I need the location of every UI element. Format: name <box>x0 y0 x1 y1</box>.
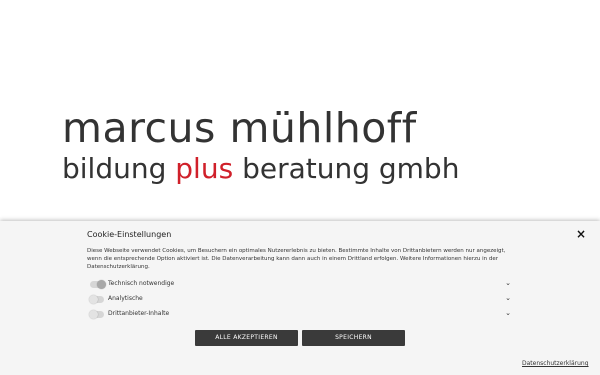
category-technical[interactable]: Technisch notwendige ⌄ <box>87 279 515 291</box>
save-button[interactable]: SPEICHERN <box>302 330 405 346</box>
toggle-technical[interactable] <box>90 280 106 289</box>
toggle-knob <box>97 280 106 289</box>
cookie-description: Diese Webseite verwendet Cookies, um Bes… <box>87 248 506 270</box>
logo-tagline-accent: plus <box>175 152 234 185</box>
cookie-title: Cookie-Einstellungen <box>87 230 172 239</box>
toggle-analytics[interactable] <box>89 295 104 304</box>
close-icon[interactable]: × <box>574 227 588 241</box>
chevron-down-icon[interactable]: ⌄ <box>505 294 511 302</box>
toggle-knob <box>89 310 98 319</box>
chevron-down-icon[interactable]: ⌄ <box>505 309 511 317</box>
toggle-knob <box>89 295 98 304</box>
category-third-party[interactable]: Drittanbieter-Inhalte ⌄ <box>87 309 515 321</box>
logo-tagline-start: bildung <box>62 152 176 185</box>
company-logo: marcus mühlhoff bildung plus beratung gm… <box>62 104 459 186</box>
category-analytics[interactable]: Analytische ⌄ <box>87 294 515 306</box>
toggle-third-party[interactable] <box>89 310 104 319</box>
accept-all-button[interactable]: ALLE AKZEPTIEREN <box>195 330 298 346</box>
cookie-settings-panel: Cookie-Einstellungen × Diese Webseite ve… <box>0 221 600 375</box>
category-technical-label: Technisch notwendige <box>108 280 175 287</box>
category-third-party-label: Drittanbieter-Inhalte <box>108 310 170 317</box>
logo-name: marcus mühlhoff <box>62 104 417 152</box>
chevron-down-icon[interactable]: ⌄ <box>505 279 511 287</box>
category-analytics-label: Analytische <box>108 295 143 302</box>
logo-tagline: bildung plus beratung gmbh <box>62 152 459 186</box>
logo-tagline-end: beratung gmbh <box>233 152 460 185</box>
privacy-policy-link[interactable]: Datenschutzerklärung <box>522 360 589 367</box>
